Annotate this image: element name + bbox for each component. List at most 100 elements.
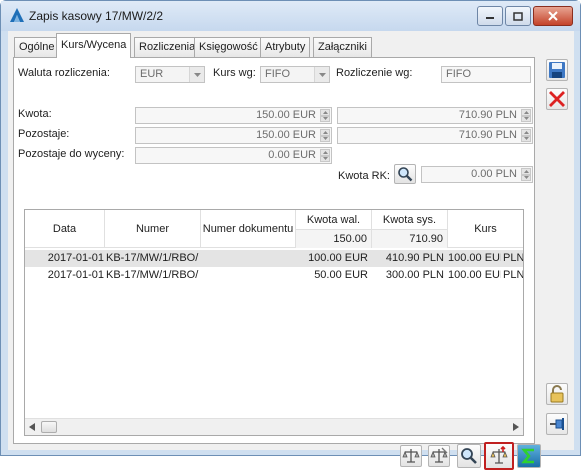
waluta-label: Waluta rozliczenia: [18, 67, 110, 79]
column-header-kurs[interactable]: Kurs [448, 210, 523, 248]
kwota-wal-header-label: Kwota wal. [306, 213, 361, 226]
kwota-pln-value: 710.90 PLN [458, 109, 517, 121]
kwota-sys-header-label: Kwota sys. [382, 213, 437, 226]
waluta-value: EUR [140, 68, 164, 80]
column-header-numer-dokumentu[interactable]: Numer dokumentu [201, 210, 296, 248]
tab-rozliczenia[interactable]: Rozliczenia [134, 37, 201, 57]
tab-atrybuty[interactable]: Atrybuty [260, 37, 311, 57]
app-logo-icon [9, 7, 25, 26]
save-icon [549, 62, 565, 78]
search-button[interactable] [457, 444, 481, 468]
rozliczenie-wg-label: Rozliczenie wg: [336, 67, 413, 79]
pozostaje-wyceny-value: 0.00 EUR [268, 149, 316, 161]
cell-kwota-wal: 100.00 EUR [308, 252, 368, 264]
scales-remove-icon [430, 447, 448, 463]
wycena-grid: Data Numer Numer dokumentu Kwota wal. 15… [24, 209, 524, 436]
scales-remove-button[interactable] [428, 445, 450, 467]
kwota-sys-total: 710.90 [372, 229, 447, 248]
window-title: Zapis kasowy 17/MW/2/2 [29, 9, 164, 23]
kwota-rk-value: 0.00 PLN [471, 168, 517, 180]
cell-numer: KB-17/MW/1/RBO/ [106, 252, 199, 264]
cell-kwota-wal: 50.00 EUR [314, 269, 368, 281]
magnifier-icon [398, 167, 413, 182]
kwota-pln-field[interactable]: 710.90 PLN [337, 107, 533, 124]
scales-add-icon [490, 446, 508, 464]
kwota-label: Kwota: [18, 108, 52, 120]
kwota-wal-total: 150.00 [296, 229, 371, 248]
title-bar[interactable]: Zapis kasowy 17/MW/2/2 [1, 1, 580, 31]
pin-button[interactable] [546, 413, 568, 435]
column-header-kwota-sys[interactable]: Kwota sys. 710.90 [372, 210, 448, 248]
tab-ogolne[interactable]: Ogólne [14, 37, 60, 57]
minimize-button[interactable] [477, 6, 503, 26]
cell-numer: KB-17/MW/1/RBO/ [106, 269, 199, 281]
cell-kwota-sys: 300.00 PLN [385, 269, 444, 281]
window-frame: Zapis kasowy 17/MW/2/2 Ogólne Kurs/Wycen… [0, 0, 581, 470]
table-row[interactable]: 2017-01-01 KB-17/MW/1/RBO/ 100.00 EUR 41… [25, 250, 523, 267]
table-row[interactable]: 2017-01-01 KB-17/MW/1/RBO/ 50.00 EUR 300… [25, 267, 523, 284]
waluta-combo[interactable]: EUR [135, 66, 205, 83]
cell-kurs-unit: PLN [503, 252, 523, 264]
pozostaje-wyceny-field[interactable]: 0.00 EUR [135, 147, 332, 164]
minimize-icon [486, 17, 494, 19]
pin-icon [550, 418, 564, 430]
tab-zalaczniki[interactable]: Załączniki [313, 37, 372, 57]
pozostaje-wyceny-label: Pozostaje do wyceny: [18, 148, 125, 160]
scales-button[interactable] [400, 445, 422, 467]
pozostaje-pln-value: 710.90 PLN [458, 129, 517, 141]
close-button[interactable] [533, 6, 573, 26]
tab-kurs-wycena[interactable]: Kurs/Wycena [56, 33, 132, 58]
scales-add-button[interactable] [484, 442, 514, 470]
maximize-icon [513, 11, 523, 21]
spinner-icon[interactable] [521, 129, 531, 142]
sum-button[interactable] [517, 444, 541, 468]
pozostaje-eur-field[interactable]: 150.00 EUR [135, 127, 332, 144]
lock-button[interactable] [546, 383, 568, 405]
kurs-wg-value: FIFO [265, 68, 291, 80]
cancel-button[interactable] [546, 88, 568, 110]
horizontal-scrollbar[interactable] [25, 418, 523, 435]
kwota-rk-search-button[interactable] [394, 164, 416, 184]
tab-ksiegowosc[interactable]: Księgowość [194, 37, 263, 57]
cell-kurs-unit: PLN [503, 269, 523, 281]
kurs-wg-label: Kurs wg: [213, 67, 256, 79]
column-header-numer[interactable]: Numer [105, 210, 201, 248]
spinner-icon[interactable] [320, 109, 330, 122]
scrollbar-thumb[interactable] [41, 421, 57, 433]
spinner-icon[interactable] [521, 168, 531, 181]
spinner-icon[interactable] [320, 129, 330, 142]
cell-kwota-sys: 410.90 PLN [385, 252, 444, 264]
cell-data: 2017-01-01 [47, 269, 104, 281]
window-client-area: Ogólne Kurs/Wycena Rozliczenia Księgowoś… [8, 31, 574, 470]
pozostaje-pln-field[interactable]: 710.90 PLN [337, 127, 533, 144]
kwota-rk-field[interactable]: 0.00 PLN [421, 166, 533, 183]
kurs-wycena-panel: Waluta rozliczenia: EUR Kurs wg: FIFO Ro… [13, 57, 541, 470]
spinner-icon[interactable] [521, 109, 531, 122]
column-header-kwota-wal[interactable]: Kwota wal. 150.00 [296, 210, 372, 248]
scroll-right-icon[interactable] [513, 423, 519, 431]
padlock-icon [550, 385, 564, 403]
cell-numer-dokumentu [203, 250, 295, 267]
kwota-rk-label: Kwota RK: [338, 170, 390, 182]
kurs-wg-combo[interactable]: FIFO [260, 66, 330, 83]
chevron-down-icon [189, 67, 204, 82]
cell-data: 2017-01-01 [47, 252, 104, 264]
scroll-left-icon[interactable] [29, 423, 35, 431]
cell-kurs: 100.00 EUR [448, 252, 501, 264]
kwota-eur-value: 150.00 EUR [256, 109, 316, 121]
spinner-icon[interactable] [320, 149, 330, 162]
magnifier-icon [461, 448, 477, 464]
sigma-icon [521, 448, 534, 464]
chevron-down-icon [314, 67, 329, 82]
maximize-button[interactable] [505, 6, 531, 26]
save-button[interactable] [546, 59, 568, 81]
scales-icon [402, 449, 420, 463]
close-icon [548, 11, 558, 21]
cell-numer-dokumentu [203, 267, 295, 284]
cancel-icon [549, 91, 565, 107]
column-header-data[interactable]: Data [25, 210, 105, 248]
pozostaje-label: Pozostaje: [18, 128, 70, 140]
rozliczenie-wg-field[interactable]: FIFO [441, 66, 531, 83]
grid-header: Data Numer Numer dokumentu Kwota wal. 15… [25, 210, 523, 248]
kwota-eur-field[interactable]: 150.00 EUR [135, 107, 332, 124]
